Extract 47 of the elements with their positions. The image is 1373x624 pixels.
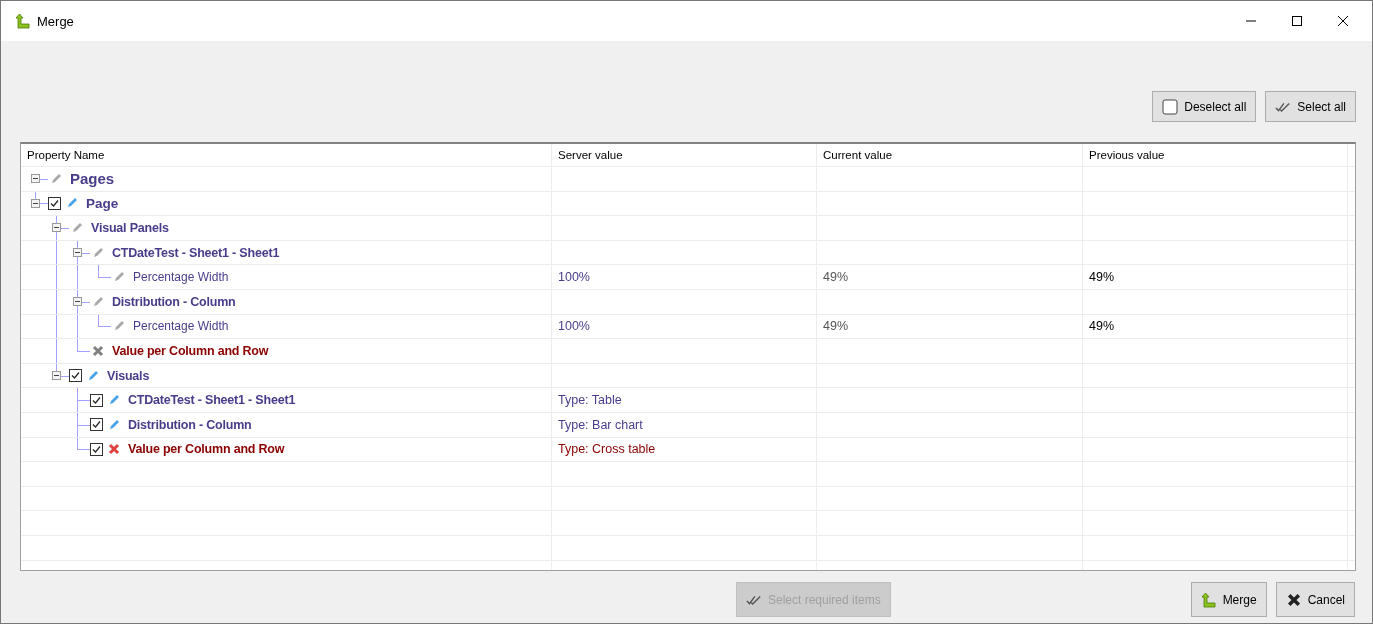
close-icon — [1285, 591, 1302, 608]
merge-arrow-icon — [1200, 591, 1217, 608]
table-cell: Type: Table — [552, 388, 817, 412]
tree-item-label[interactable]: Percentage Width — [133, 270, 229, 285]
column-header[interactable]: Previous value — [1083, 144, 1348, 166]
merge-arrow-icon — [15, 13, 31, 29]
tree-item-label[interactable]: Value per Column and Row — [112, 343, 269, 358]
collapse-toggle[interactable] — [52, 223, 61, 233]
table-cell: 49% — [1083, 314, 1348, 339]
select-button[interactable]: Select all — [1265, 91, 1356, 122]
checkbox[interactable] — [69, 369, 82, 383]
table-cell: 49% — [817, 314, 1083, 339]
checkbox[interactable] — [90, 418, 103, 432]
tree-item-label[interactable]: Visuals — [107, 368, 150, 383]
table-cell: 49% — [1083, 265, 1348, 289]
tree-item-label[interactable]: Value per Column and Row — [128, 442, 285, 457]
collapse-toggle[interactable] — [73, 248, 82, 258]
collapse-toggle[interactable] — [31, 198, 40, 208]
tree-item-label[interactable]: Distribution - Column — [128, 417, 252, 432]
collapse-toggle[interactable] — [52, 371, 61, 381]
tree-item-label[interactable]: Distribution - Column — [112, 294, 236, 309]
checkbox[interactable] — [90, 442, 103, 456]
collapse-toggle[interactable] — [31, 174, 40, 184]
column-header[interactable]: Current value — [817, 144, 1083, 166]
tree-item-label[interactable]: Percentage Width — [133, 319, 229, 334]
deselect-all-button[interactable]: Deselect all — [1152, 91, 1257, 122]
cancel-button[interactable]: Cancel — [1275, 582, 1355, 617]
column-header[interactable]: Server value — [552, 144, 817, 166]
tree-item-label[interactable]: Page — [86, 195, 119, 211]
tree-item-label[interactable]: CTDateTest - Sheet1 - Sheet1 — [128, 393, 296, 408]
table-cell: Type: Cross table — [552, 437, 817, 462]
maximize-icon[interactable] — [1291, 15, 1303, 27]
merge-button[interactable]: Merge — [1190, 582, 1267, 617]
table-cell: Type: Bar chart — [552, 412, 817, 437]
column-header[interactable]: Property Name — [21, 144, 552, 166]
table-cell: 100% — [552, 314, 817, 339]
empty-checkbox-icon — [1162, 98, 1179, 115]
tree-item-label[interactable]: Visual Panels — [91, 221, 169, 235]
table-cell: 49% — [817, 265, 1083, 289]
checkbox[interactable] — [48, 196, 61, 210]
close-icon[interactable] — [1337, 15, 1349, 27]
collapse-toggle[interactable] — [73, 297, 82, 307]
tree-item-label[interactable]: CTDateTest - Sheet1 - Sheet1 — [112, 245, 280, 260]
window-title: Merge — [37, 13, 75, 29]
checkbox[interactable] — [90, 393, 103, 407]
table-cell: 100% — [552, 265, 817, 289]
tree-item-label[interactable]: Pages — [70, 170, 115, 188]
